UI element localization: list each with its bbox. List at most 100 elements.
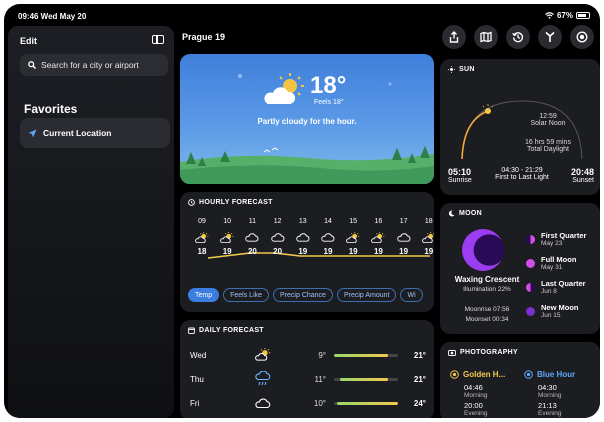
moon-phase-date: Jun 8: [541, 288, 557, 295]
metric-chip-temp[interactable]: Temp: [188, 288, 220, 302]
temp-range-fill: [337, 401, 398, 405]
sidebar-item-current-location[interactable]: Current Location: [20, 118, 170, 148]
golden-morning-time: 04:46: [464, 383, 483, 392]
calendar-icon: [188, 327, 195, 334]
partly-sunny-icon: [215, 232, 239, 246]
daylight-label: Total Daylight: [526, 146, 570, 153]
partly-sunny-icon: [341, 232, 365, 246]
hour-temp: 19: [222, 247, 232, 256]
metric-chip-wi[interactable]: Wi: [400, 288, 423, 302]
blue-hour-name: Blue Hour: [537, 370, 576, 379]
edit-button[interactable]: Edit: [20, 36, 37, 46]
page-title: Prague 19: [182, 32, 226, 42]
cloud-icon: [246, 397, 280, 409]
search-input[interactable]: Search for a city or airport: [20, 54, 168, 76]
share-button[interactable]: [442, 25, 466, 49]
hourly-item: 17 19: [392, 218, 416, 256]
metric-chip-feels-like[interactable]: Feels Like: [223, 288, 270, 302]
moon-phase-name: Full Moon: [541, 255, 577, 264]
hour-temp: 20: [273, 247, 283, 256]
day-high: 24°: [413, 398, 426, 408]
clock-icon: [188, 199, 195, 206]
golden-hour-icon: [450, 370, 459, 379]
daily-forecast-header: DAILY FORECAST: [188, 327, 264, 334]
moon-phase-item: First Quarter May 23: [526, 231, 598, 247]
solar-noon: 12:59 Solar Noon: [518, 113, 578, 127]
sunset-label: Sunset: [572, 177, 594, 184]
location-target-button[interactable]: [570, 25, 594, 49]
first-last-light: 04:30 - 21:29 First to Last Light: [490, 167, 554, 181]
sun-card[interactable]: SUN 12:59 Solar Noon 16 hrs 59 mins Tota…: [440, 59, 600, 195]
hour-temp: 19: [399, 247, 409, 256]
moon-phase-item: Last Quarter Jun 8: [526, 279, 598, 295]
partly-sunny-icon: [366, 232, 390, 246]
moon-phase-name: First Quarter: [541, 231, 587, 240]
daily-row[interactable]: Fri 10° 24°: [190, 394, 428, 412]
photography-header: PHOTOGRAPHY: [448, 349, 518, 356]
hour-label: 11: [248, 218, 257, 225]
golden-evening-label: Evening: [464, 410, 488, 417]
moon-card[interactable]: MOON Waxing Crescent Illumination 22% Mo…: [440, 203, 600, 334]
moon-phase-icon: [526, 259, 535, 268]
light-label: First to Last Light: [495, 174, 549, 181]
temp-range-fill: [334, 353, 389, 357]
metric-chip-precip-amount[interactable]: Precip Amount: [336, 288, 397, 302]
antenna-button[interactable]: [538, 25, 562, 49]
target-icon: [576, 31, 588, 43]
cloud-icon: [240, 232, 264, 246]
moon-phase-date: May 31: [541, 264, 563, 271]
light-range: 04:30 - 21:29: [501, 167, 543, 174]
hourly-forecast-card[interactable]: HOURLY FORECAST 09 18 10 19 11 20 12 20 13 19 14 19…: [180, 192, 434, 312]
share-icon: [449, 31, 459, 43]
day-low: 10°: [313, 398, 326, 408]
sunrise: 05:10 Sunrise: [448, 167, 472, 184]
temp-range-fill: [340, 377, 389, 381]
moon-phase-item: Full Moon May 31: [526, 255, 598, 271]
hourly-forecast-title: HOURLY FORECAST: [199, 199, 273, 206]
daily-forecast-card[interactable]: DAILY FORECAST Wed 9° 21° Thu 11° 21° Fri 10° 24…: [180, 320, 434, 418]
moon-phase-icon: [526, 283, 535, 292]
current-description: Partly cloudy for the hour.: [257, 117, 357, 126]
toolbar: [442, 25, 600, 49]
history-button[interactable]: [506, 25, 530, 49]
moon-phase-item: New Moon Jun 15: [526, 303, 598, 319]
battery-percent: 67%: [556, 11, 573, 20]
hourly-item: 11 20: [240, 218, 264, 256]
blue-morning-time: 04:30: [538, 383, 557, 392]
hour-label: 18: [424, 218, 433, 225]
hourly-item: 10 19: [215, 218, 239, 256]
current-conditions-card[interactable]: 18° Feels 18° Partly cloudy for the hour…: [180, 54, 434, 184]
hourly-item: 09 18: [190, 218, 214, 256]
day-name: Thu: [190, 374, 204, 384]
favorites-heading: Favorites: [24, 102, 78, 116]
moonset-time: Moonset 00:34: [465, 316, 509, 323]
moon-phase-name: New Moon: [541, 303, 579, 312]
temp-range-bar: [334, 353, 398, 357]
sidebar-toggle-icon[interactable]: [152, 35, 164, 44]
cloud-icon: [291, 232, 315, 246]
map-button[interactable]: [474, 25, 498, 49]
hour-label: 14: [324, 218, 332, 225]
photography-title: PHOTOGRAPHY: [460, 349, 519, 356]
photography-card[interactable]: PHOTOGRAPHY Golden H... 04:46 Morning 20…: [440, 342, 600, 418]
wifi-icon: [545, 12, 554, 19]
daily-forecast-title: DAILY FORECAST: [199, 327, 264, 334]
daily-row[interactable]: Thu 11° 21°: [190, 370, 428, 388]
blue-hour-icon: [524, 370, 533, 379]
temp-range-bar: [334, 401, 398, 405]
partly-sunny-icon: [246, 348, 280, 362]
day-low: 11°: [314, 374, 326, 384]
hour-temp: 19: [348, 247, 358, 256]
moonrise-moonset: Moonrise 07:56 Moonset 00:34: [448, 305, 526, 325]
antenna-icon: [545, 31, 555, 42]
metric-chip-precip-chance[interactable]: Precip Chance: [273, 288, 333, 302]
daily-row[interactable]: Wed 9° 21°: [190, 346, 428, 364]
sunrise-label: Sunrise: [448, 177, 472, 184]
day-high: 21°: [413, 350, 426, 360]
hourly-item: 16 19: [366, 218, 390, 256]
battery-icon: [576, 12, 590, 19]
sidebar: Edit Search for a city or airport Favori…: [8, 26, 174, 418]
total-daylight: 16 hrs 59 mins Total Daylight: [512, 139, 584, 153]
moon-phase-icon: [526, 307, 535, 316]
moon-phase-name: Last Quarter: [541, 279, 586, 288]
